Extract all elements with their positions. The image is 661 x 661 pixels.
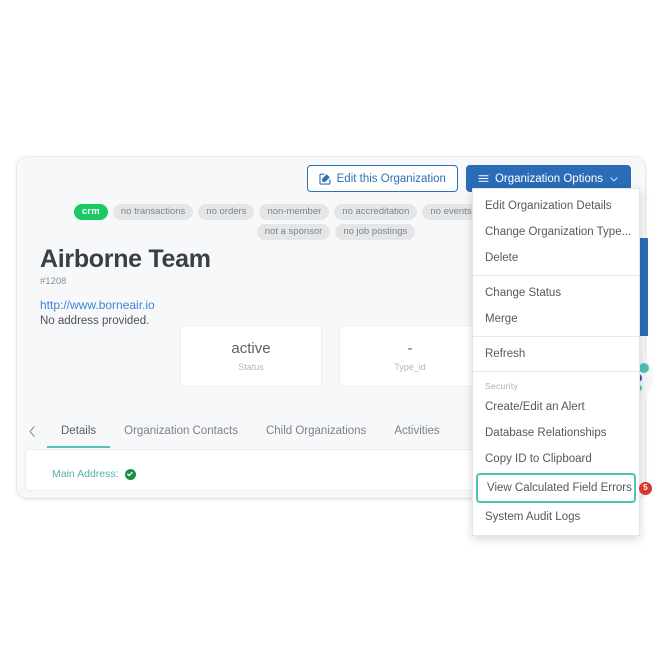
edit-organization-label: Edit this Organization — [336, 172, 446, 185]
menu-item-change-organization-type[interactable]: Change Organization Type... — [473, 219, 639, 245]
tag-pill[interactable]: no job postings — [335, 224, 416, 240]
organization-address: No address provided. — [40, 315, 150, 327]
tab-activities[interactable]: Activities — [380, 415, 453, 448]
check-circle-icon — [124, 468, 136, 480]
page-root: Edit this Organization Organization Opti… — [0, 0, 661, 661]
menu-item-delete[interactable]: Delete — [473, 245, 639, 271]
menu-item-system-audit-logs[interactable]: System Audit Logs — [473, 504, 639, 530]
tab-details[interactable]: Details — [47, 415, 111, 448]
menu-item-copy-id-to-clipboard[interactable]: Copy ID to Clipboard — [473, 446, 639, 472]
pencil-square-icon — [319, 173, 331, 185]
tag-pill[interactable]: no accreditation — [334, 204, 418, 220]
tag-pill[interactable]: not a sponsor — [256, 224, 331, 240]
menu-item-merge[interactable]: Merge — [473, 306, 639, 332]
tag-pill[interactable]: no events — [422, 204, 480, 220]
menu-item-view-calculated-field-errors[interactable]: View Calculated Field Errors 5 — [476, 473, 652, 503]
stat-value: active — [231, 340, 271, 357]
stat-card-type-id: - Type_id — [339, 325, 481, 387]
organization-options-dropdown: Edit Organization Details Change Organiz… — [472, 188, 652, 536]
menu-item-change-status[interactable]: Change Status — [473, 280, 639, 306]
menu-separator — [473, 371, 639, 372]
menu-item-create-edit-alert[interactable]: Create/Edit an Alert — [473, 394, 639, 420]
main-address-label: Main Address: — [52, 468, 119, 480]
organization-options-label: Organization Options — [494, 172, 603, 185]
chevron-down-icon — [609, 174, 619, 184]
menu-item-refresh[interactable]: Refresh — [473, 341, 639, 367]
menu-item-label: View Calculated Field Errors — [487, 482, 632, 494]
hamburger-menu-icon — [478, 173, 489, 184]
organization-id: #1208 — [40, 276, 67, 287]
menu-section-header-security: Security — [485, 381, 519, 391]
organization-website-link[interactable]: http://www.borneair.io — [40, 298, 211, 312]
menu-item-database-relationships[interactable]: Database Relationships — [473, 420, 639, 446]
organization-header: Airborne Team #1208 http://www.borneair.… — [40, 245, 211, 327]
stat-card-status: active Status — [180, 325, 322, 387]
menu-separator — [473, 275, 639, 276]
tag-pill[interactable]: no transactions — [112, 204, 194, 220]
tag-pill[interactable]: no orders — [198, 204, 255, 220]
stat-value: - — [407, 340, 413, 357]
page-title: Airborne Team — [40, 245, 211, 273]
stat-label: Type_id — [394, 362, 426, 372]
main-address-row: Main Address: — [52, 468, 136, 480]
tab-child-organizations[interactable]: Child Organizations — [252, 415, 380, 448]
error-count-badge: 5 — [638, 481, 652, 495]
organization-stat-cards: active Status - Type_id — [180, 325, 481, 387]
tag-pill[interactable]: non-member — [259, 204, 330, 220]
stat-label: Status — [238, 362, 264, 372]
menu-item-edit-organization-details[interactable]: Edit Organization Details — [473, 193, 639, 219]
tab-organization-contacts[interactable]: Organization Contacts — [110, 415, 252, 448]
edit-organization-button[interactable]: Edit this Organization — [306, 165, 458, 192]
tag-pill[interactable]: crm — [73, 204, 108, 220]
tabs-scroll-left-icon[interactable] — [17, 425, 47, 438]
menu-separator — [473, 336, 639, 337]
